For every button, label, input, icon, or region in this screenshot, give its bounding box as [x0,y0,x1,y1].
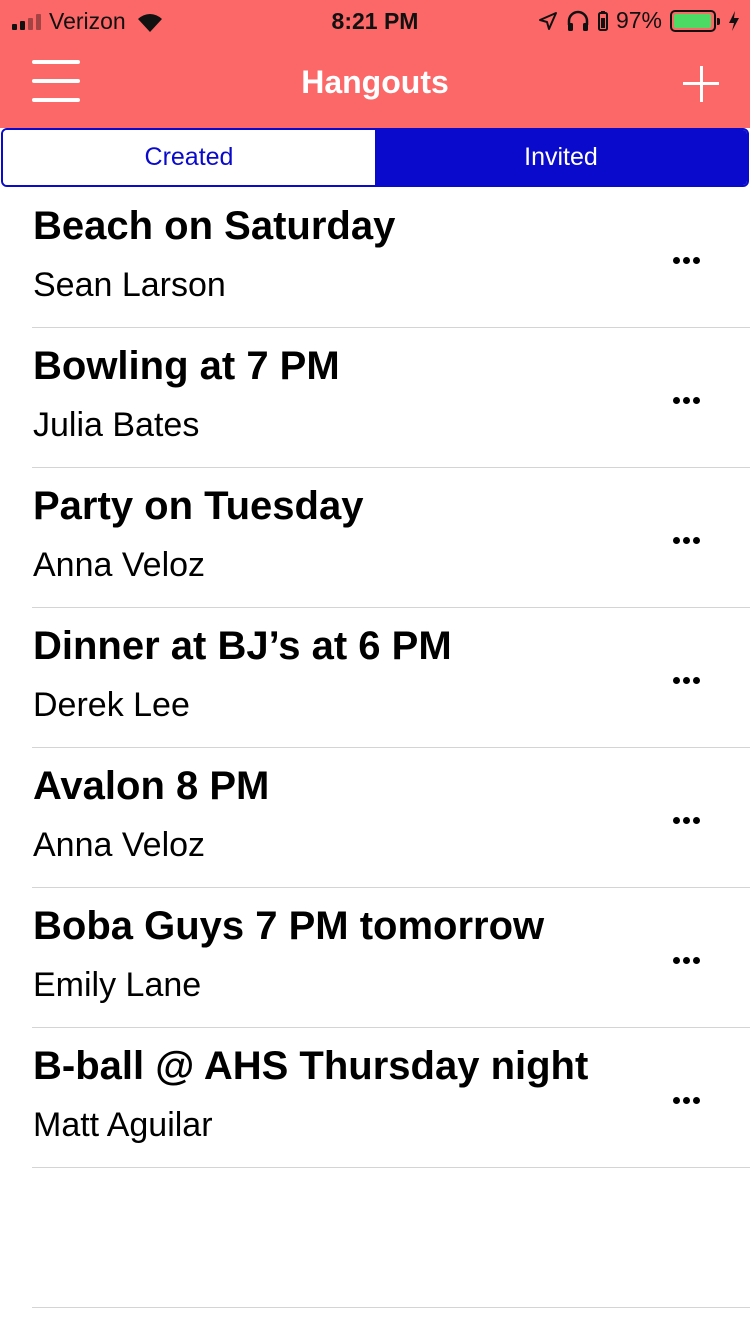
hangout-title: B-ball @ AHS Thursday night [33,1044,589,1088]
hangout-host: Anna Veloz [33,826,206,864]
list-item[interactable]: Beach on Saturday Sean Larson [32,188,750,328]
status-bar: Verizon 8:21 PM 97% [0,0,750,40]
more-options-icon[interactable] [664,668,708,692]
hangout-title: Beach on Saturday [33,204,396,248]
list-item[interactable]: B-ball @ AHS Thursday night Matt Aguilar [32,1028,750,1168]
empty-list-row [32,1168,750,1308]
more-options-icon[interactable] [664,1088,708,1112]
battery-fill [674,13,711,28]
hangout-list: Beach on Saturday Sean Larson Bowling at… [0,188,750,1308]
hangout-host: Sean Larson [33,266,226,304]
charging-icon [729,10,739,31]
tab-created[interactable]: Created [3,130,375,185]
location-icon [538,11,557,30]
more-options-icon[interactable] [664,528,708,552]
more-options-icon[interactable] [664,948,708,972]
status-right: 97% [538,7,740,34]
headphones-icon [567,10,589,31]
hangout-title: Boba Guys 7 PM tomorrow [33,904,545,948]
hangout-host: Matt Aguilar [33,1106,213,1144]
hangout-title: Party on Tuesday [33,484,364,528]
segmented-control: Created Invited [1,128,749,187]
more-options-icon[interactable] [664,248,708,272]
list-item[interactable]: Boba Guys 7 PM tomorrow Emily Lane [32,888,750,1028]
battery-small-icon [597,10,608,31]
list-item[interactable]: Avalon 8 PM Anna Veloz [32,748,750,888]
list-item[interactable]: Party on Tuesday Anna Veloz [32,468,750,608]
battery-percent: 97% [615,7,662,33]
hangout-title: Bowling at 7 PM [33,344,340,388]
hangout-host: Derek Lee [33,686,190,724]
hangout-host: Anna Veloz [33,546,206,584]
nav-bar: Hangouts [0,40,750,128]
hangout-host: Julia Bates [33,406,200,444]
battery-icon [670,9,720,32]
hangout-host: Emily Lane [33,966,202,1004]
tab-invited[interactable]: Invited [375,130,747,185]
plus-icon[interactable] [683,66,719,102]
more-options-icon[interactable] [664,808,708,832]
list-item[interactable]: Bowling at 7 PM Julia Bates [32,328,750,468]
hangout-title: Avalon 8 PM [33,764,270,808]
page-title: Hangouts [301,64,449,100]
list-item[interactable]: Dinner at BJ’s at 6 PM Derek Lee [32,608,750,748]
app-header: Verizon 8:21 PM 97% Hangouts [0,0,750,128]
hangout-title: Dinner at BJ’s at 6 PM [33,624,452,668]
more-options-icon[interactable] [664,388,708,412]
